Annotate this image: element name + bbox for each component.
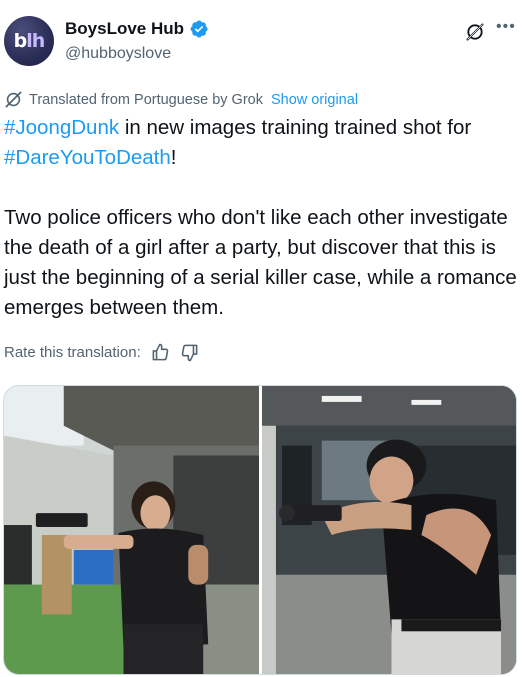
photo-shooting-range-indoor[interactable] <box>262 386 516 674</box>
hashtag-link[interactable]: #JoongDunk <box>4 116 119 139</box>
show-original-link[interactable]: Show original <box>271 92 358 108</box>
rate-translation: Rate this translation: <box>4 343 199 362</box>
rate-translation-label: Rate this translation: <box>4 344 141 361</box>
hashtag-link[interactable]: #DareYouToDeath <box>4 146 171 169</box>
photo-shooting-range-outdoor[interactable] <box>4 386 259 674</box>
tweet-line-2-text: ! <box>170 146 177 169</box>
thumbs-down-icon[interactable] <box>180 343 199 362</box>
tweet-line-1-text: in new images training trained shot for <box>119 116 472 139</box>
more-icon[interactable]: ••• <box>496 19 518 38</box>
media-grid <box>3 385 517 675</box>
tweet-text: #JoongDunk in new images training traine… <box>4 113 520 323</box>
tweet-paragraph-1: #JoongDunk in new images training traine… <box>4 113 520 173</box>
thumbs-up-icon[interactable] <box>151 343 170 362</box>
grok-translate-icon <box>5 91 22 108</box>
photo-left-illustration <box>4 386 259 674</box>
name-row: BoysLove Hub <box>65 19 209 39</box>
verified-badge-icon <box>190 20 208 38</box>
translation-notice: Translated from Portuguese by Grok Show … <box>4 90 358 109</box>
tweet-paragraph-2: Two police officers who don't like each … <box>4 206 517 319</box>
tweet-header: b lh BoysLove Hub @hubboyslove ••• <box>0 0 522 80</box>
display-name[interactable]: BoysLove Hub <box>65 19 184 39</box>
translation-notice-text: Translated from Portuguese by Grok <box>29 91 263 108</box>
handle[interactable]: @hubboyslove <box>65 45 171 63</box>
avatar-letters-accent: lh <box>26 30 45 52</box>
avatar-letter: b <box>13 30 28 52</box>
photo-right-illustration <box>262 386 516 674</box>
avatar[interactable]: b lh <box>4 16 54 66</box>
grok-icon[interactable] <box>465 22 485 42</box>
